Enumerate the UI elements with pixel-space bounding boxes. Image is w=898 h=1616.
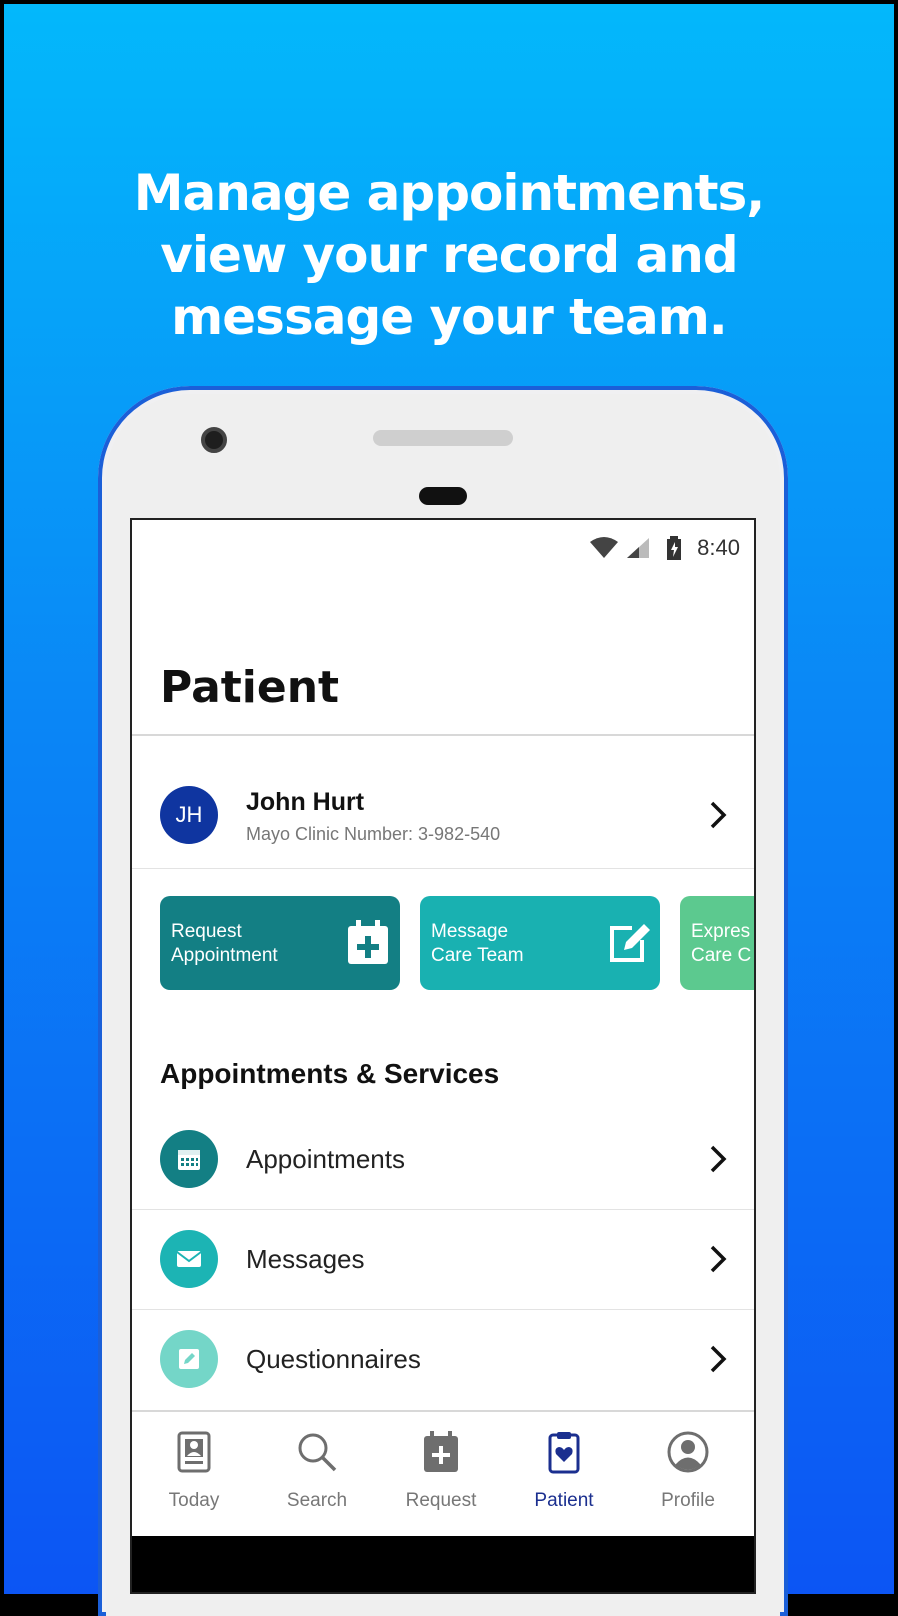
bottom-tab-bar: Today Search Request Patient Profile <box>132 1410 754 1536</box>
list-item-label: Messages <box>246 1244 365 1274</box>
system-navigation-bar <box>132 1536 754 1592</box>
clinic-number: Mayo Clinic Number: 3-982-540 <box>246 824 501 844</box>
search-icon <box>298 1433 337 1472</box>
calendar-icon <box>178 1150 200 1170</box>
list-icon-circle <box>160 1330 218 1388</box>
list-item-label: Questionnaires <box>246 1344 421 1374</box>
list-icon-circle <box>160 1130 218 1188</box>
avatar: JH <box>160 786 218 844</box>
headline-line-1: Manage appointments, <box>133 164 766 222</box>
tab-label: Search <box>286 1490 348 1511</box>
patient-divider <box>132 868 754 869</box>
tab-label: Profile <box>661 1490 715 1511</box>
list-item-messages[interactable]: Messages <box>132 1210 754 1310</box>
wifi-icon <box>590 537 619 558</box>
patient-summary-row[interactable]: JH John Hurt Mayo Clinic Number: 3-982-5… <box>132 760 754 868</box>
cell-signal-icon <box>627 538 650 558</box>
earpiece-speaker <box>373 430 513 446</box>
list-item-label: Appointments <box>246 1144 405 1174</box>
tab-profile[interactable]: Profile <box>626 1412 750 1536</box>
tab-label: Today <box>168 1490 220 1511</box>
clipboard-heart-icon <box>548 1432 580 1474</box>
status-time: 8:40 <box>697 535 740 560</box>
tab-request[interactable]: Request <box>379 1412 503 1536</box>
request-calendar-icon <box>424 1431 458 1472</box>
request-appointment-card[interactable]: Request Appointment <box>160 896 400 990</box>
patient-name: John Hurt <box>246 788 365 816</box>
quick-action-carousel[interactable]: Request Appointment Message Care Team Ex… <box>160 896 754 990</box>
tab-patient[interactable]: Patient <box>502 1412 626 1536</box>
card-label-line-2: Care C <box>691 945 752 966</box>
profile-icon <box>667 1431 709 1473</box>
envelope-icon <box>176 1251 202 1267</box>
app-screen: 8:40 Patient JH John Hurt Mayo Clinic Nu… <box>130 518 756 1594</box>
compose-icon <box>610 924 650 962</box>
tab-today[interactable]: Today <box>132 1412 256 1536</box>
tab-label: Patient <box>534 1490 594 1511</box>
status-bar: 8:40 <box>589 528 740 568</box>
headline-line-3: message your team. <box>171 288 728 346</box>
header-divider <box>132 734 754 736</box>
front-camera <box>201 427 227 453</box>
promo-headline: Manage appointments, view your record an… <box>4 162 894 348</box>
list-item-appointments[interactable]: Appointments <box>132 1110 754 1210</box>
list-icon-circle <box>160 1230 218 1288</box>
tab-label: Request <box>405 1490 477 1511</box>
headline-line-2: view your record and <box>160 226 738 284</box>
pencil-icon <box>179 1349 199 1369</box>
list-item-questionnaires[interactable]: Questionnaires <box>132 1310 754 1410</box>
chevron-right-icon <box>710 1345 727 1373</box>
today-card-icon <box>177 1431 211 1473</box>
page-title: Patient <box>160 662 340 713</box>
card-label-line-1: Expres <box>691 921 751 942</box>
tab-search[interactable]: Search <box>255 1412 379 1536</box>
battery-charging-icon <box>667 536 682 560</box>
express-care-card[interactable]: Expres Care C <box>680 896 754 990</box>
chevron-right-icon <box>710 801 727 829</box>
proximity-sensor <box>419 487 467 505</box>
calendar-plus-icon <box>348 920 388 964</box>
chevron-right-icon <box>710 1245 727 1273</box>
chevron-right-icon <box>710 1145 727 1173</box>
message-care-team-card[interactable]: Message Care Team <box>420 896 660 990</box>
section-title: Appointments & Services <box>160 1058 500 1089</box>
